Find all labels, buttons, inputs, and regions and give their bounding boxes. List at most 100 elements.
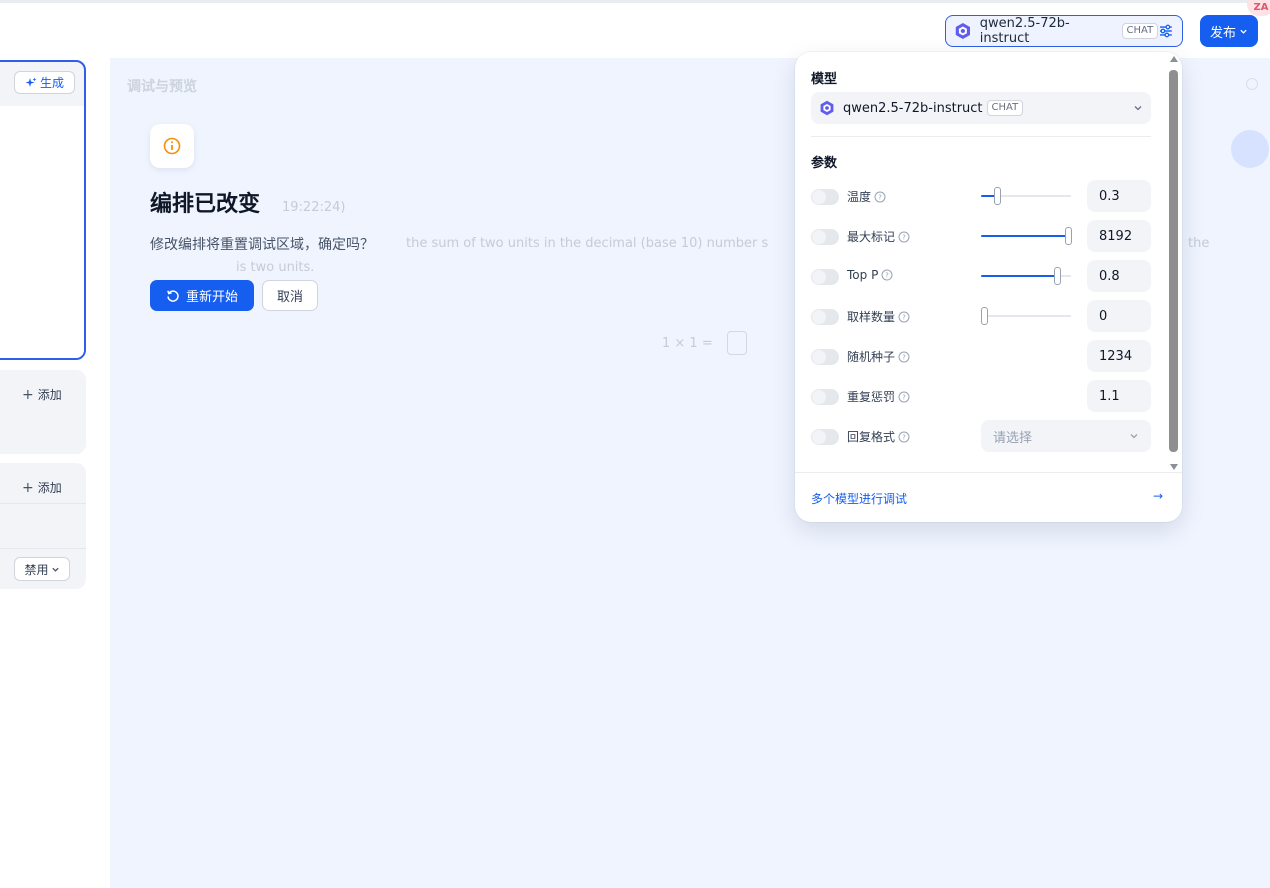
message-text-fragment: the [1188, 236, 1210, 251]
divider [0, 548, 86, 549]
param-slider[interactable] [981, 187, 1071, 205]
refresh-icon [167, 289, 179, 302]
model-type-tag: CHAT [1121, 23, 1159, 39]
divider [0, 503, 86, 504]
variables-card [0, 370, 86, 454]
warning-icon-box [150, 124, 194, 168]
svg-text:?: ? [902, 353, 906, 361]
sparkle-icon [25, 77, 37, 87]
info-warning-icon [163, 137, 181, 155]
panel-title: 调试与预览 [127, 79, 197, 95]
help-icon[interactable]: ? [881, 269, 893, 281]
param-slider[interactable] [980, 307, 1071, 325]
disable-dropdown[interactable]: 禁用 [14, 557, 70, 581]
param-name: 最大标记? [847, 228, 910, 245]
param-name: 取样数量? [847, 308, 910, 325]
param-value-input[interactable]: 1234 [1087, 340, 1151, 372]
sliders-icon [1160, 24, 1173, 38]
user-avatar[interactable]: ZA [1247, 0, 1270, 16]
svg-text:?: ? [902, 393, 906, 401]
popover-scrollbar[interactable] [1169, 56, 1179, 470]
model-config-button[interactable]: qwen2.5-72b-instruct CHAT [945, 15, 1183, 47]
help-icon[interactable]: ? [898, 311, 910, 323]
model-settings-popover: 模型 qwen2.5-72b-instruct CHAT 参数 温度? 0.3 最大… [795, 52, 1182, 522]
model-type-tag: CHAT [986, 100, 1024, 116]
param-slider[interactable] [981, 227, 1073, 245]
arrow-right-icon[interactable]: → [1153, 489, 1163, 503]
slider-thumb[interactable] [994, 187, 1002, 205]
param-toggle[interactable] [811, 309, 839, 325]
help-icon[interactable]: ? [874, 191, 886, 203]
publish-button[interactable]: 发布 [1200, 15, 1258, 47]
dialog-title: 编排已改变 [150, 192, 261, 217]
svg-text:?: ? [902, 313, 906, 321]
restart-button[interactable]: 重新开始 [150, 280, 254, 311]
chevron-down-icon [1240, 29, 1247, 34]
param-row: 回复格式? 请选择 [811, 420, 1151, 452]
model-section-label: 模型 [811, 72, 838, 87]
slider-fill [981, 275, 1057, 277]
chevron-down-icon [1130, 434, 1138, 439]
param-toggle[interactable] [811, 269, 839, 285]
svg-text:?: ? [902, 433, 906, 441]
param-toggle[interactable] [811, 429, 839, 445]
param-toggle[interactable] [811, 229, 839, 245]
scroll-up-icon[interactable] [1170, 56, 1178, 62]
qwen-logo-icon [955, 23, 970, 39]
divider [795, 472, 1182, 473]
bot-avatar [1231, 130, 1269, 168]
message-text-line: is two units. [236, 260, 315, 275]
slider-thumb[interactable] [1065, 227, 1073, 245]
cancel-button[interactable]: 取消 [262, 280, 318, 311]
message-time: 19:22:24) [282, 200, 346, 215]
param-select[interactable]: 请选择 [981, 420, 1151, 452]
param-row: 重复惩罚? 1.1 [811, 380, 1151, 412]
publish-label: 发布 [1209, 25, 1236, 41]
model-name: qwen2.5-72b-instruct [843, 100, 983, 116]
svg-text:?: ? [878, 193, 882, 201]
help-icon[interactable]: ? [898, 431, 910, 443]
param-value-input[interactable]: 0.3 [1087, 180, 1151, 212]
param-name: 重复惩罚? [847, 388, 910, 405]
svg-text:?: ? [902, 233, 906, 241]
param-row: 温度? 0.3 [811, 180, 1151, 212]
param-row: 随机种子? 1234 [811, 340, 1151, 372]
param-name: 温度? [847, 188, 886, 205]
help-icon[interactable]: ? [898, 351, 910, 363]
param-name: 回复格式? [847, 428, 910, 445]
param-toggle[interactable] [811, 389, 839, 405]
param-toggle[interactable] [811, 189, 839, 205]
param-value-input[interactable]: 8192 [1087, 220, 1151, 252]
help-icon[interactable]: ? [898, 391, 910, 403]
param-name: Top P? [847, 268, 893, 282]
add-variable-button[interactable]: + 添加 [22, 386, 62, 403]
scrollbar-thumb[interactable] [1169, 70, 1178, 452]
svg-text:?: ? [885, 272, 889, 280]
chevron-down-icon [51, 567, 59, 572]
param-value-input[interactable]: 0.8 [1087, 260, 1151, 292]
param-slider[interactable] [981, 267, 1071, 285]
generate-button[interactable]: 生成 [14, 71, 75, 94]
pagination-box [727, 331, 747, 355]
model-name: qwen2.5-72b-instruct [979, 16, 1070, 46]
multi-model-debug-link[interactable]: 多个模型进行调试 [811, 490, 907, 507]
param-value-input[interactable]: 1.1 [1087, 380, 1151, 412]
model-select[interactable]: qwen2.5-72b-instruct CHAT [811, 92, 1151, 124]
chevron-down-icon [1134, 106, 1142, 111]
scroll-down-icon[interactable] [1170, 464, 1178, 470]
param-row: Top P? 0.8 [811, 260, 1151, 292]
add-context-button[interactable]: + 添加 [22, 479, 62, 496]
param-toggle[interactable] [811, 349, 839, 365]
param-value-input[interactable]: 0 [1087, 300, 1151, 332]
prompt-card [0, 60, 86, 360]
message-text-line: the sum of two units in the decimal (bas… [406, 236, 769, 251]
top-border [0, 0, 1270, 3]
params-section-label: 参数 [811, 156, 838, 171]
prompt-editor[interactable] [0, 106, 84, 358]
slider-thumb[interactable] [1053, 267, 1061, 285]
param-row: 最大标记? 8192 [811, 220, 1151, 252]
help-icon[interactable]: ? [898, 231, 910, 243]
panel-action-icon [1246, 78, 1258, 90]
slider-thumb[interactable] [980, 307, 988, 325]
dialog-message: 修改编排将重置调试区域，确定吗？ [150, 237, 374, 253]
